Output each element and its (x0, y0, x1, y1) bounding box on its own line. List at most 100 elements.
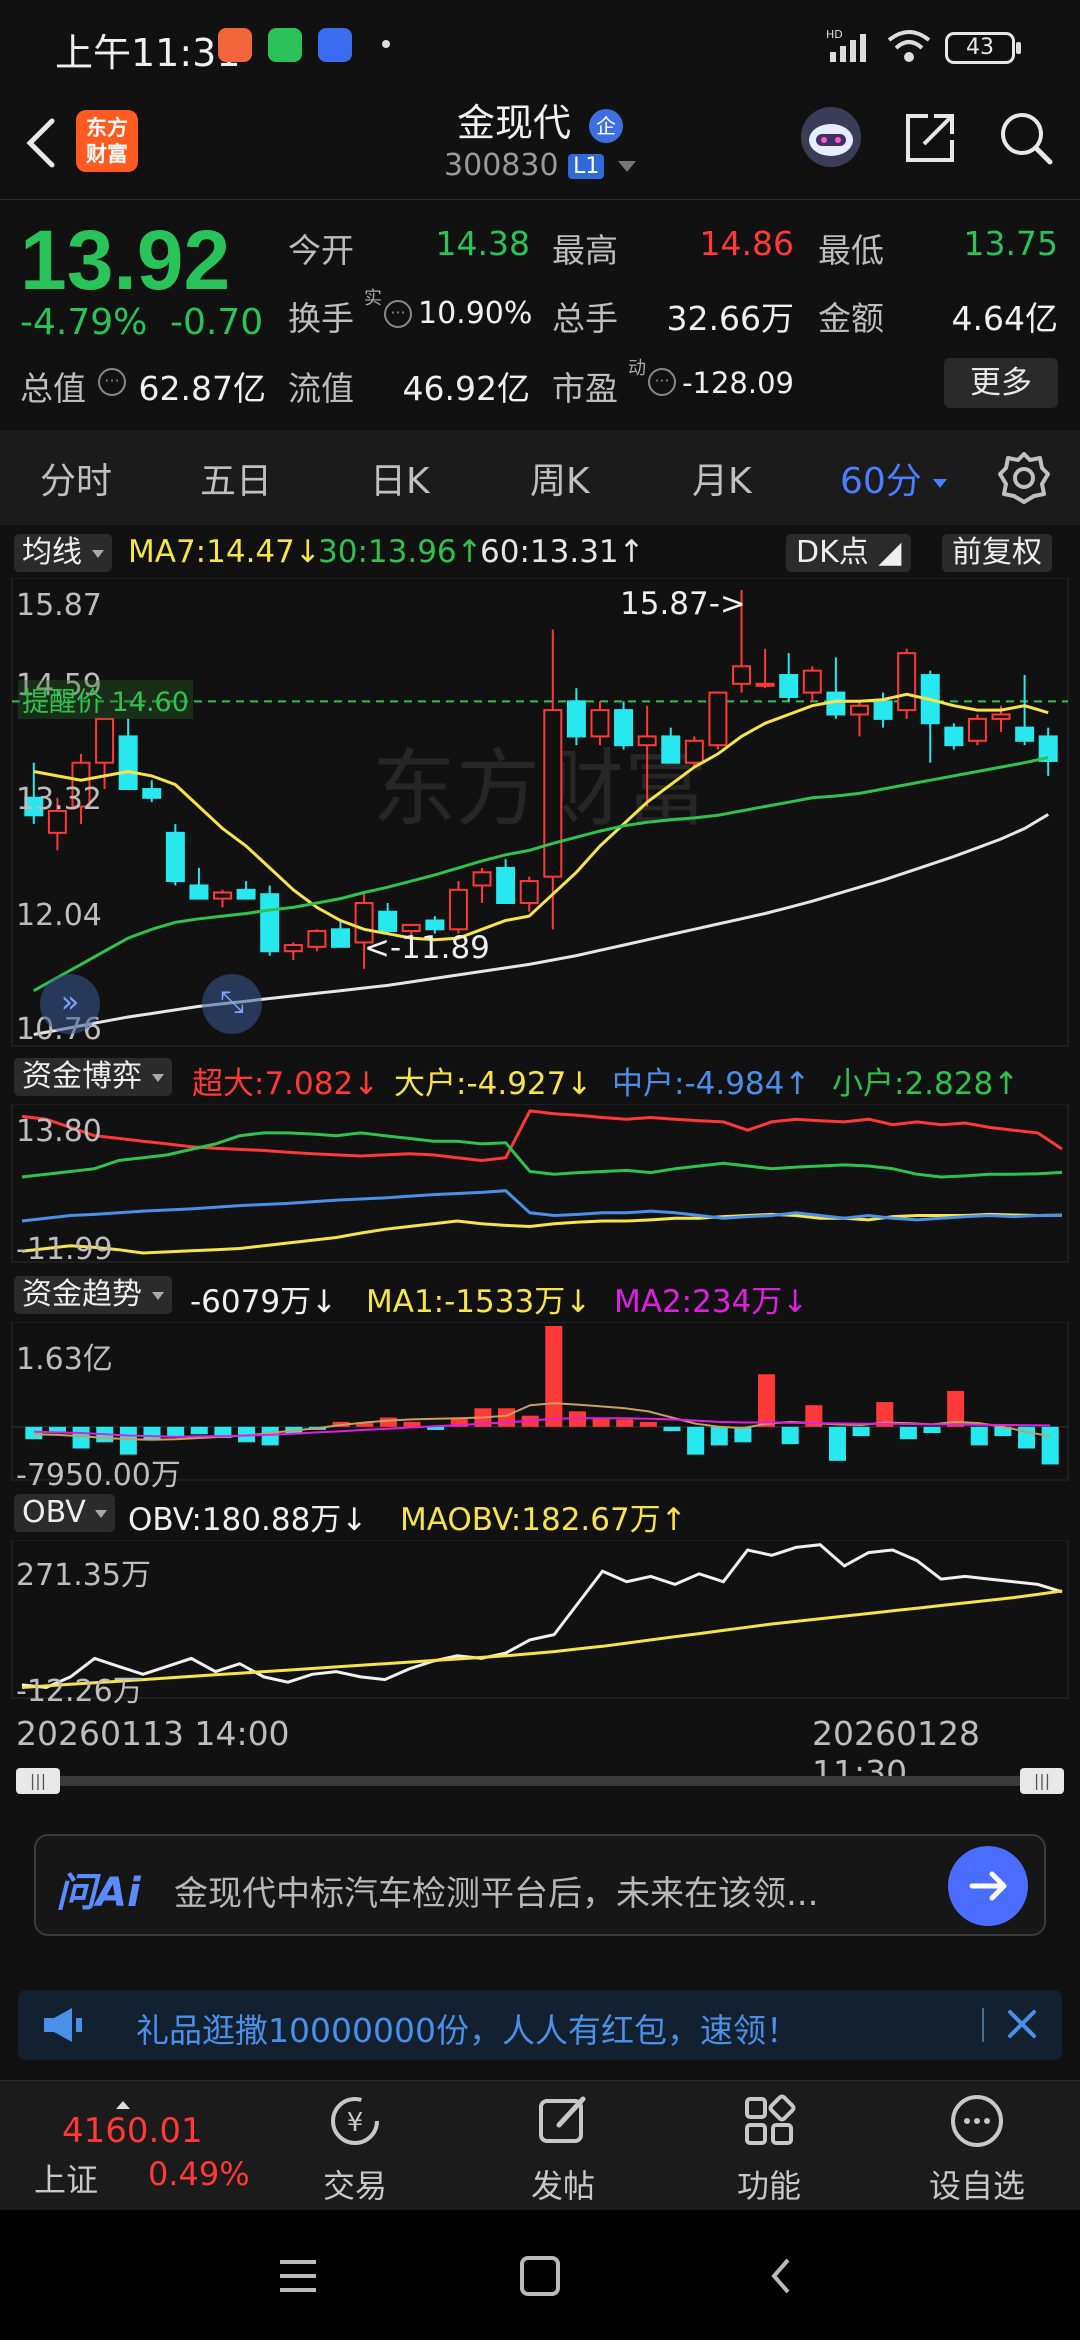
capital-game-y-bottom: -11.99 (16, 1232, 113, 1267)
capital-trend-ma2: MA2:234万↓ (614, 1284, 809, 1320)
ma30-value: 30:13.96↑ (318, 534, 483, 570)
system-nav-bar (0, 2210, 1080, 2340)
ma7-value: MA7:14.47↓ (128, 534, 321, 570)
promo-text[interactable]: 礼品逛撒10000000份，人人有红包，速领！ (136, 2004, 799, 2052)
indicator-selector-capital-game[interactable]: 资金博弈 (14, 1058, 172, 1096)
more-button[interactable]: 更多 (944, 358, 1058, 408)
obv-chart[interactable] (0, 1540, 1080, 1700)
float-value: 46.92亿 (402, 369, 530, 408)
high-label: 最高 (552, 231, 618, 270)
promo-banner[interactable]: 礼品逛撒10000000份，人人有红包，速领！ (18, 1990, 1062, 2060)
mktcap-value: 62.87亿 (138, 369, 266, 408)
level-badge: L1 (568, 154, 605, 179)
ask-ai-box[interactable]: 问Ai 金现代中标汽车检测平台后，未来在该领... (34, 1834, 1046, 1936)
baidu-icon (318, 28, 352, 62)
nav-back-icon[interactable] (766, 2254, 796, 2302)
candle-body (873, 700, 893, 720)
indicator-selector-capital-trend[interactable]: 资金趋势 (14, 1276, 172, 1314)
candle-body (897, 652, 917, 712)
kline-y-tick-2: 13.32 (16, 782, 102, 817)
low-label: 最低 (818, 231, 884, 270)
fullscreen-icon[interactable]: ⤡ (202, 974, 262, 1034)
grid-icon (745, 2094, 796, 2145)
capital-trend-y-top: 1.63亿 (16, 1342, 113, 1377)
small-value: 小户:2.828↑ (832, 1066, 1020, 1102)
adjust-button[interactable]: 前复权 (942, 534, 1052, 572)
kline-chart[interactable]: 东方财富 (0, 578, 1080, 1048)
stock-name: 金现代 (456, 101, 571, 145)
indicator-selector-ma[interactable]: 均线 (14, 534, 112, 572)
trend-bar (899, 1426, 917, 1440)
tab-weekly-k[interactable]: 周K (530, 452, 590, 504)
pe-label: 市盈 (552, 369, 618, 408)
alert-price-label: 提醒价 14.60 (18, 680, 193, 719)
trend-bar (663, 1426, 681, 1432)
low-value: 13.75 (963, 224, 1058, 263)
trend-bar (545, 1326, 563, 1427)
tab-daily-k[interactable]: 日K (370, 452, 430, 504)
trend-bar (72, 1426, 90, 1449)
selector-triangle-icon (95, 1509, 108, 1518)
trend-bar (261, 1426, 279, 1446)
menu-icon[interactable] (276, 2256, 320, 2300)
battery-tip-icon (1016, 42, 1021, 54)
super-large-value: 超大:7.082↓ (192, 1066, 380, 1102)
tab-monthly-k[interactable]: 月K (692, 452, 752, 504)
min-price-annotation: <-11.89 (364, 930, 490, 966)
trend-bar (828, 1426, 846, 1461)
index-up-caret-icon (116, 2101, 130, 2109)
candle-body (142, 788, 162, 799)
search-icon[interactable] (996, 108, 1056, 172)
send-arrow-button[interactable] (948, 1846, 1028, 1926)
capital-game-y-top: 13.80 (16, 1114, 102, 1149)
capital-game-selector-label: 资金博弈 (22, 1059, 142, 1094)
expand-left-button[interactable]: » (40, 974, 100, 1034)
ask-ai-input[interactable]: 金现代中标汽车检测平台后，未来在该领... (174, 1866, 954, 1915)
pe-info-icon[interactable]: ··· (648, 368, 676, 396)
mktcap-info-icon[interactable]: ··· (98, 368, 126, 396)
dk-point-button[interactable]: DK点 ◢ (786, 534, 912, 572)
range-handle-left[interactable]: ||| (16, 1768, 60, 1794)
info-circle-icon[interactable]: ··· (384, 300, 412, 328)
home-square-icon[interactable] (518, 2256, 562, 2300)
tab-timeshare[interactable]: 分时 (40, 452, 112, 504)
post-button[interactable]: 发帖 (498, 2091, 628, 2207)
range-handle-right[interactable]: ||| (1020, 1768, 1064, 1794)
watermark: 东方财富 (372, 740, 708, 838)
medium-value: 中户:-4.984↑ (612, 1066, 811, 1102)
trend-ma1-line (33, 1402, 1051, 1441)
more-dots-icon (951, 2095, 1003, 2147)
candle-body (1015, 726, 1035, 742)
ma-legend: 均线 MA7:14.47↓ 30:13.96↑ 60:13.31↑ DK点 ◢ … (0, 528, 1080, 578)
settings-gear-icon[interactable] (996, 450, 1052, 510)
small-line (21, 1131, 1063, 1179)
candle-body (684, 739, 704, 764)
candle-body (425, 919, 445, 931)
range-scrollbar[interactable] (18, 1776, 1062, 1786)
trend-bar (167, 1426, 185, 1437)
candle-body (213, 891, 233, 900)
current-price: 13.92 (20, 213, 231, 307)
trend-bar (758, 1374, 776, 1427)
capital-game-chart[interactable] (0, 1104, 1080, 1264)
share-icon[interactable] (900, 108, 960, 172)
app-root: { "status": { "time": "上午11:31", "batter… (0, 0, 1080, 2340)
ask-ai-brand: 问Ai (56, 1870, 141, 1916)
trend-bar (1041, 1426, 1059, 1465)
robot-assistant-icon[interactable] (798, 104, 864, 174)
tab-five-day[interactable]: 五日 (200, 452, 272, 504)
trade-button[interactable]: ¥ 交易 (290, 2091, 420, 2207)
add-watchlist-button[interactable]: 设自选 (912, 2091, 1042, 2207)
functions-button[interactable]: 功能 (704, 2091, 834, 2207)
svg-text:HD: HD (826, 28, 843, 41)
turnover-label: 换手 (288, 299, 354, 338)
trend-bar (852, 1426, 870, 1437)
indicator-selector-obv[interactable]: OBV (14, 1494, 116, 1532)
index-ticker[interactable]: 4160.01 上证 0.49% (28, 2101, 258, 2201)
candle-body (236, 888, 256, 900)
trend-bar (687, 1426, 705, 1455)
close-icon[interactable] (1002, 2004, 1042, 2048)
tab-60min[interactable]: 60分 (840, 452, 948, 504)
float-label: 流值 (288, 369, 354, 408)
candle-body (967, 717, 987, 742)
